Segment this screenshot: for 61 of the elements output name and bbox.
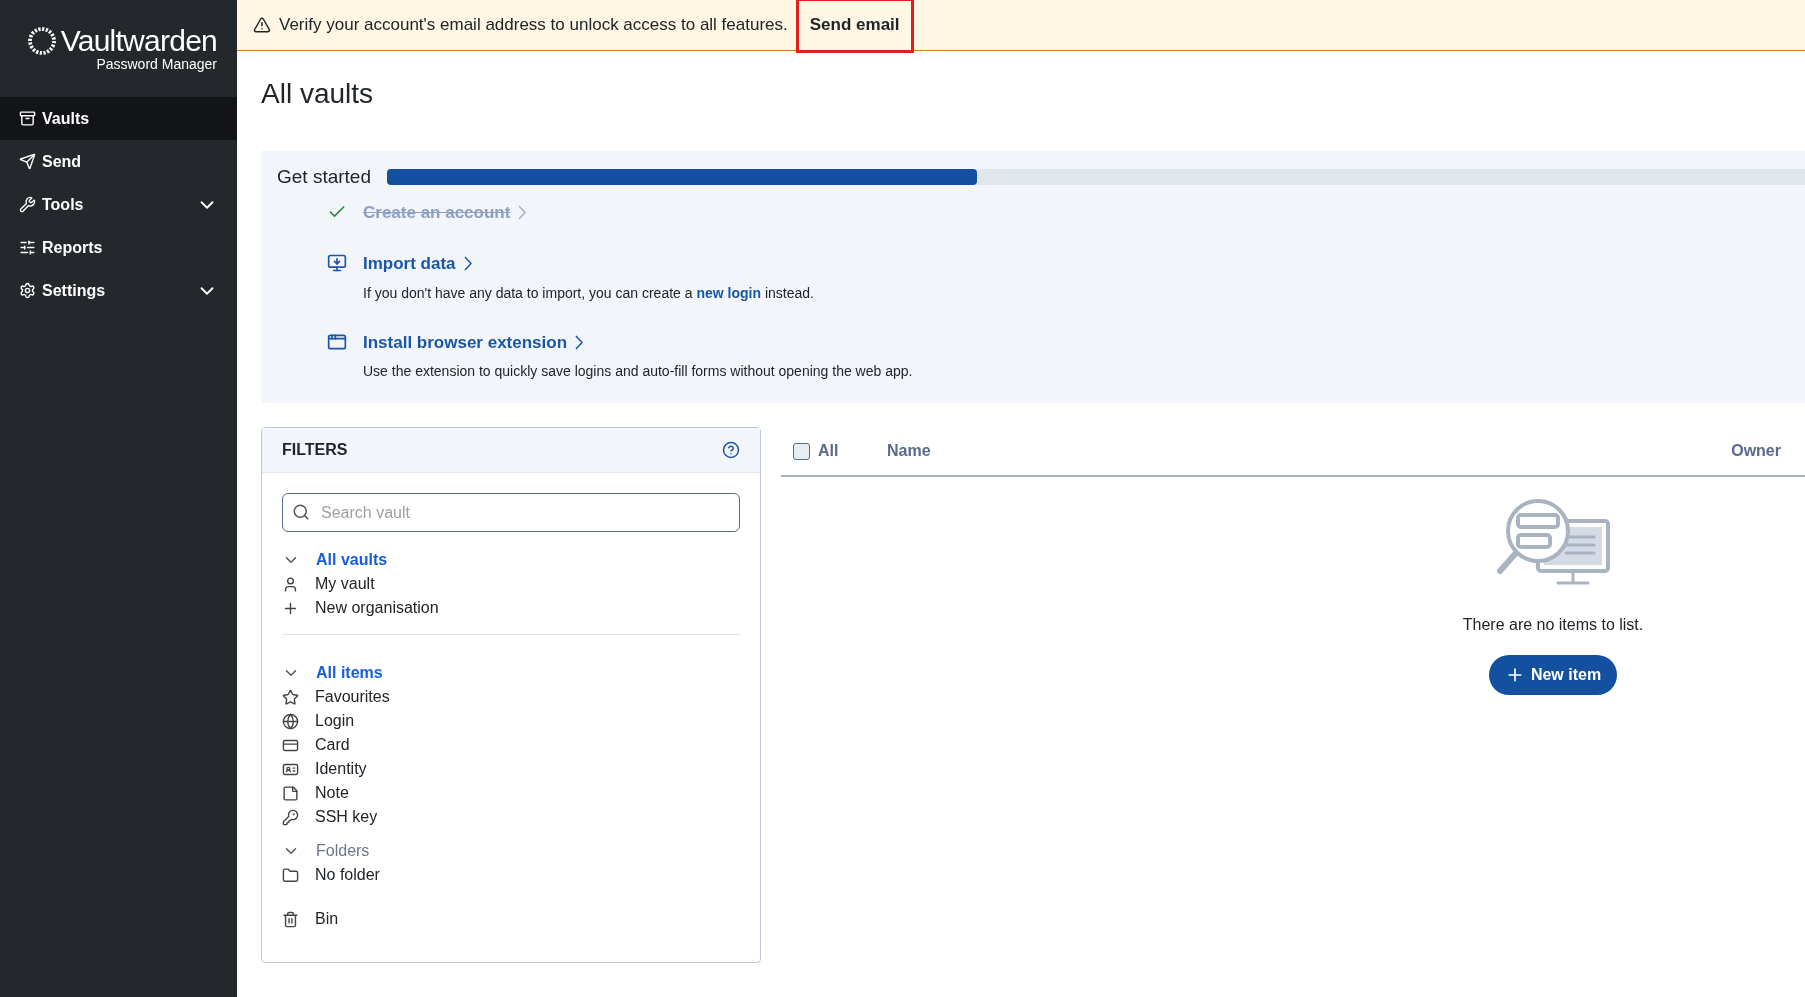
nav-label: Reports	[42, 237, 104, 258]
help-icon[interactable]	[722, 441, 740, 459]
filter-item[interactable]: Login	[282, 709, 740, 733]
settings-icon	[19, 282, 36, 299]
step-description: Use the extension to quickly save logins and auto-fill forms without opening the web app.	[363, 362, 913, 381]
search-field[interactable]: Search vault	[282, 493, 740, 532]
column-header[interactable]: Owner	[1731, 439, 1793, 463]
warning-icon	[253, 16, 271, 34]
filter-group-header[interactable]: All vaults	[282, 548, 740, 572]
gear-logo-icon	[26, 26, 57, 56]
trash-icon	[282, 910, 299, 928]
chevron-right-icon	[463, 256, 472, 272]
folder-icon	[282, 866, 299, 884]
filter-group-header[interactable]: All items	[282, 661, 740, 685]
paper-plane-icon	[19, 153, 36, 170]
nav-item[interactable]: Vaults	[0, 97, 237, 140]
nav-label: Settings	[42, 280, 107, 301]
logo-subtitle: Password Manager	[96, 57, 217, 71]
page-title: All vaults	[261, 77, 375, 111]
search-icon	[292, 503, 310, 521]
nav-label: Vaults	[42, 108, 91, 129]
filter-item[interactable]: Favourites	[282, 685, 740, 709]
filter-item[interactable]: SSH key	[282, 805, 740, 829]
column-header[interactable]: Name	[887, 439, 931, 463]
archive-icon	[19, 110, 36, 127]
empty-message: There are no items to list.	[1462, 615, 1644, 635]
nav-item[interactable]: Settings	[0, 269, 237, 312]
nav-item[interactable]: Tools	[0, 183, 237, 226]
chevron-right-icon	[518, 204, 527, 220]
filter-item[interactable]: New organisation	[282, 596, 740, 620]
get-started-title: Get started	[277, 165, 371, 189]
chevron-right-icon	[575, 334, 584, 350]
key-icon	[282, 808, 299, 826]
globe-icon	[282, 712, 299, 730]
filter-item[interactable]: Note	[282, 781, 740, 805]
new-login-link[interactable]: new login	[696, 284, 761, 301]
nav-item[interactable]: Send	[0, 140, 237, 183]
select-all-checkbox[interactable]: All	[793, 439, 887, 463]
send-email-button[interactable]: Send email	[795, 0, 914, 53]
note-icon	[282, 784, 299, 802]
wrench-icon	[19, 196, 36, 213]
step-link[interactable]: Install browser extension	[363, 329, 913, 355]
download-monitor-icon	[327, 253, 347, 273]
logo-title: Vaultwarden	[60, 26, 217, 56]
filter-item[interactable]: My vault	[282, 572, 740, 596]
step-description: If you don't have any data to import, you can create a new login instead.	[363, 283, 814, 303]
filter-item[interactable]: Card	[282, 733, 740, 757]
filter-item[interactable]: Bin	[282, 907, 740, 931]
nav-item[interactable]: Reports	[0, 226, 237, 269]
nav-label: Tools	[42, 194, 85, 215]
user-icon	[282, 575, 299, 593]
step-link[interactable]: Import data	[363, 251, 814, 277]
banner-message: Verify your account's email address to unlock access to all features.	[279, 14, 788, 37]
filter-item[interactable]: Identity	[282, 757, 740, 781]
star-icon	[282, 688, 299, 706]
nav-label: Send	[42, 151, 83, 172]
new-item-button[interactable]: New item	[1488, 655, 1618, 695]
filters-title: FILTERS	[282, 440, 348, 460]
filter-group-header[interactable]: Folders	[282, 839, 740, 863]
filter-item[interactable]: No folder	[282, 863, 740, 887]
sliders-icon	[19, 239, 36, 256]
